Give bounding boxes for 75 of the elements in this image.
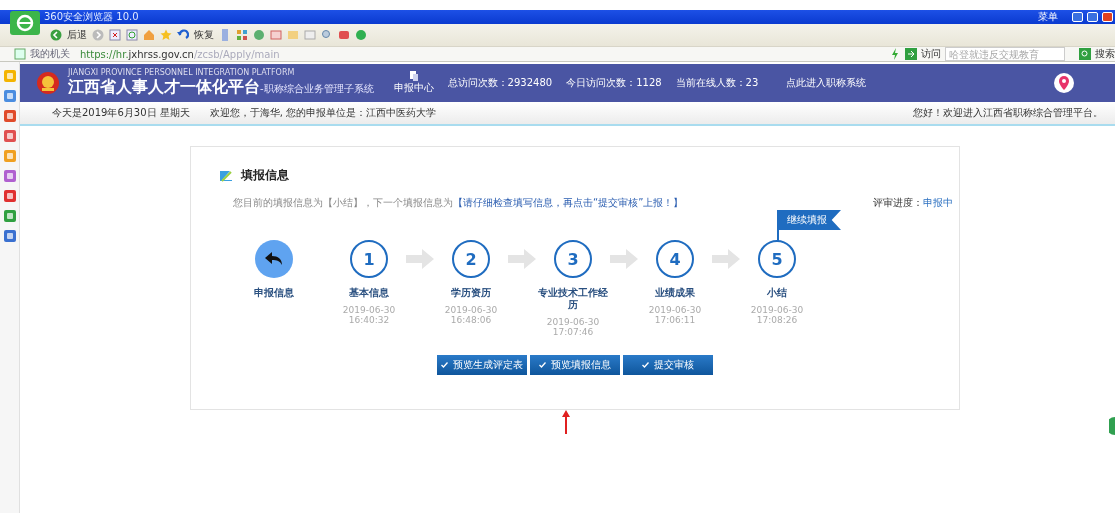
step-label: 申报信息 xyxy=(253,287,295,299)
check-icon xyxy=(441,362,448,368)
step-time: 2019-06-30 16:40:32 xyxy=(342,305,396,325)
go-icon[interactable] xyxy=(905,48,917,60)
arrow-icon xyxy=(508,249,536,269)
step-label: 专业技术工作经历 xyxy=(538,287,608,311)
step-time: 2019-06-30 16:48:06 xyxy=(444,305,498,325)
visit-stat: 总访问次数：2932480 xyxy=(447,76,553,90)
action-button[interactable]: 预览生成评定表 xyxy=(437,355,527,375)
info-link[interactable]: 【请仔细检查填写信息，再点击“提交审核”上报！】 xyxy=(453,196,684,210)
action-button[interactable]: 预览填报信息 xyxy=(530,355,620,375)
nav-link[interactable]: 申报中心 xyxy=(393,71,434,95)
info-text: 您目前的填报信息为【小结】，下一个填报信息为 xyxy=(233,196,453,210)
back-icon[interactable] xyxy=(50,29,62,41)
forward-icon[interactable] xyxy=(92,29,104,41)
bookmark-icon[interactable] xyxy=(14,48,26,60)
refresh-icon[interactable] xyxy=(126,29,138,41)
undo-icon[interactable] xyxy=(177,29,189,41)
check-icon xyxy=(642,362,649,368)
progress-label: 评审进度： xyxy=(873,196,923,210)
browser-logo[interactable] xyxy=(10,11,40,35)
action-button[interactable]: 提交审核 xyxy=(623,355,713,375)
step-number[interactable]: 3 xyxy=(554,240,592,278)
step-number[interactable]: 4 xyxy=(656,240,694,278)
site-title: 江西省人事人才一体化平台 xyxy=(68,77,260,98)
system-name: -职称综合业务管理子系统 xyxy=(260,83,374,94)
search-icon[interactable] xyxy=(1079,48,1091,60)
pointer-arrow xyxy=(562,410,570,434)
step-label: 业绩成果 xyxy=(654,287,696,299)
search-button[interactable]: 搜索 xyxy=(1095,47,1115,61)
side-tab-icon[interactable] xyxy=(1109,417,1115,435)
restore-button[interactable] xyxy=(1087,12,1098,22)
restore-tab-button[interactable]: 恢复 xyxy=(194,28,214,42)
step-time: 2019-06-30 17:08:26 xyxy=(750,305,804,325)
arrow-icon xyxy=(610,249,638,269)
step-number[interactable]: 5 xyxy=(758,240,796,278)
close-button[interactable] xyxy=(1102,12,1113,22)
site-subtitle: JIANGXI PROVINCE PERSONNEL INTEGRATION PLATFORM xyxy=(68,68,296,77)
arrow-icon xyxy=(406,249,434,269)
pin-icon[interactable] xyxy=(1053,72,1075,94)
url-field[interactable]: https://hr.jxhrss.gov.cn/zcsb/Apply/main xyxy=(80,48,885,60)
favorites-link[interactable]: 我的机关 xyxy=(30,47,70,61)
step-time: 2019-06-30 17:06:11 xyxy=(648,305,702,325)
welcome-text: 欢迎您，于海华, 您的申报单位是：江西中医药大学 xyxy=(209,106,437,120)
step-number[interactable]: 2 xyxy=(452,240,490,278)
continue-flag[interactable]: 继续填报 xyxy=(779,210,841,230)
visit-button[interactable]: 访问 xyxy=(921,47,941,61)
progress-value: 申报中 xyxy=(923,196,953,210)
grid-icon[interactable] xyxy=(236,29,248,41)
step-number[interactable]: 1 xyxy=(350,240,388,278)
document-icon xyxy=(408,71,419,81)
menu-button[interactable]: 菜单 xyxy=(1038,10,1058,24)
date-text: 今天是2019年6月30日 星期天 xyxy=(52,106,190,120)
form-icon xyxy=(219,169,233,182)
browser-title: 360安全浏览器 10.0 xyxy=(44,10,139,24)
search-field[interactable]: 哈登就违反交规教育 xyxy=(945,47,1065,61)
visit-stat: 当前在线人数：23 xyxy=(675,76,759,90)
step-label: 小结 xyxy=(766,287,788,299)
greeting-text: 您好！欢迎进入江西省职称综合管理平台。 xyxy=(913,106,1103,120)
return-arrow-icon xyxy=(264,251,284,267)
card-title: 填报信息 xyxy=(241,167,289,184)
step-time: 2019-06-30 17:07:46 xyxy=(546,317,600,337)
home-icon[interactable] xyxy=(143,29,155,41)
step-label: 基本信息 xyxy=(348,287,390,299)
stop-icon[interactable] xyxy=(109,29,121,41)
title-system-link[interactable]: 点此进入职称系统 xyxy=(786,76,867,90)
back-button[interactable] xyxy=(255,240,293,278)
lightning-icon[interactable] xyxy=(889,48,901,60)
emblem-icon xyxy=(36,71,60,95)
visit-stat: 今日访问次数：1128 xyxy=(566,76,662,90)
arrow-icon xyxy=(712,249,740,269)
minimize-button[interactable] xyxy=(1072,12,1083,22)
step-label: 学历资历 xyxy=(450,287,492,299)
check-icon xyxy=(539,362,546,368)
back-button[interactable]: 后退 xyxy=(67,28,87,42)
